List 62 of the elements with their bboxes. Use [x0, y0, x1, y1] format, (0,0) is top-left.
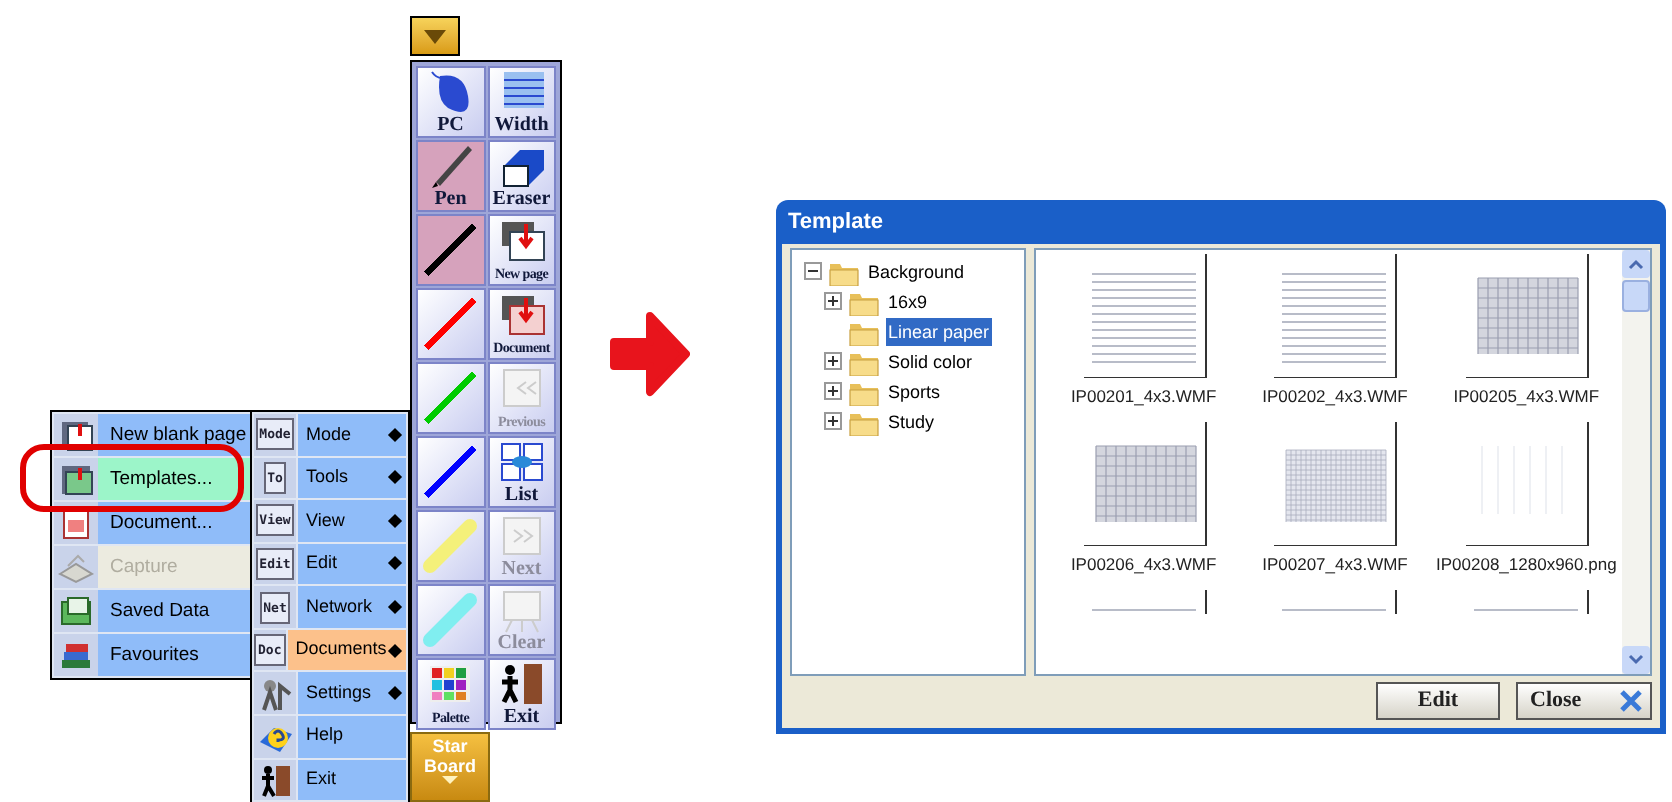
- scroll-thumb[interactable]: [1622, 280, 1650, 312]
- tool-button[interactable]: Exit: [487, 658, 556, 730]
- right-arrow-icon: [606, 308, 690, 400]
- expand-icon[interactable]: [824, 412, 842, 430]
- collapse-icon[interactable]: [804, 262, 822, 280]
- tool-button[interactable]: Pen: [416, 140, 485, 212]
- template-thumbnail[interactable]: [1079, 421, 1208, 546]
- thumbnail-label: IP00205_4x3.WMF: [1453, 384, 1600, 410]
- thumbnail-label: IP00201_4x3.WMF: [1070, 384, 1217, 410]
- template-thumbnail[interactable]: [1462, 421, 1591, 546]
- menu-item-icon: [56, 591, 96, 631]
- tool-button[interactable]: Width: [487, 66, 556, 138]
- thumbnail-label: IP00207_4x3.WMF: [1262, 551, 1408, 577]
- expand-icon[interactable]: [824, 382, 842, 400]
- tool-button[interactable]: List: [487, 436, 556, 508]
- menu-item[interactable]: Tools: [298, 457, 406, 499]
- menu-item[interactable]: Settings: [298, 672, 406, 714]
- tool-button[interactable]: Eraser: [487, 140, 556, 212]
- menu-item-label: Templates...: [108, 466, 213, 494]
- edit-button[interactable]: Edit: [1376, 682, 1500, 720]
- menu-item-label: New blank page: [108, 422, 247, 450]
- template-thumbnail[interactable]: [1270, 421, 1399, 546]
- expand-icon[interactable]: [824, 292, 842, 310]
- thumbnail-label: IP00208_1280x960.png: [1436, 551, 1617, 577]
- tree-item[interactable]: Background: [866, 257, 967, 285]
- tool-icon: [495, 438, 548, 486]
- menu-item[interactable]: Favourites: [54, 634, 252, 676]
- menu-item[interactable]: Help: [298, 715, 406, 757]
- template-thumbnail[interactable]: [1462, 254, 1591, 378]
- expand-icon[interactable]: [824, 352, 842, 370]
- caret-icon: [424, 29, 446, 43]
- menu-item[interactable]: Edit: [298, 543, 406, 585]
- menu-item-icon: [256, 674, 294, 713]
- window-title: Template: [786, 207, 885, 238]
- tree-item[interactable]: Solid color: [886, 347, 975, 375]
- caret-icon: [442, 776, 458, 784]
- dropdown-button[interactable]: [410, 16, 460, 56]
- menu-item[interactable]: Network: [298, 586, 406, 628]
- scroll-up-icon[interactable]: [1622, 250, 1650, 278]
- template-thumbnail[interactable]: [1079, 254, 1208, 378]
- menu-item[interactable]: Saved Data: [54, 590, 252, 632]
- menu-item-label: Capture: [108, 554, 178, 582]
- menu-item[interactable]: View: [298, 500, 406, 542]
- menu-item[interactable]: Documents: [287, 629, 407, 671]
- thumbnail-label: IP00206_4x3.WMF: [1070, 551, 1217, 577]
- tree-item[interactable]: Linear paper: [886, 317, 992, 345]
- scrollbar[interactable]: [1622, 250, 1650, 674]
- menu-item[interactable]: Exit: [298, 759, 406, 801]
- close-icon: [1618, 688, 1644, 714]
- close-button[interactable]: Close: [1516, 682, 1652, 720]
- tool-button[interactable]: PC: [416, 66, 485, 138]
- tree-item[interactable]: 16x9: [886, 287, 930, 315]
- menu-item[interactable]: Mode: [298, 414, 406, 456]
- menu-item[interactable]: Templates...: [54, 458, 252, 500]
- menu-item-label: Saved Data: [108, 598, 210, 626]
- tree-item[interactable]: Sports: [886, 377, 943, 405]
- template-thumbnail[interactable]: [1270, 254, 1399, 378]
- thumbnail-label: IP00202_4x3.WMF: [1262, 384, 1408, 410]
- scroll-down-icon[interactable]: [1622, 646, 1650, 674]
- tree-item[interactable]: Study: [886, 407, 937, 435]
- menu-item-label: Favourites: [108, 642, 199, 670]
- menu-item-label: Document...: [108, 510, 213, 538]
